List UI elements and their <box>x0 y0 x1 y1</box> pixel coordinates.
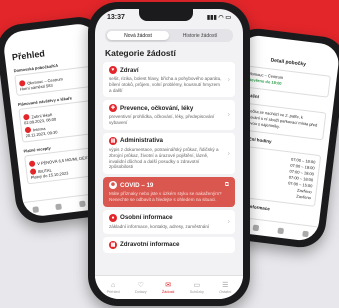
virus-icon: ✺ <box>109 181 117 190</box>
heart-icon: ♥ <box>109 66 117 74</box>
tab-questions[interactable]: ♡ Dotazy <box>135 282 147 294</box>
tab-appointments[interactable]: ▭ Schůzky <box>190 282 204 294</box>
document-icon: ▤ <box>109 136 117 145</box>
tab-overview[interactable]: ⌂ Přehled <box>107 282 120 294</box>
person-icon: ● <box>109 213 117 222</box>
request-tabs: Nová žádost Historie žádostí <box>105 29 233 42</box>
pill-icon <box>28 160 36 168</box>
tab-request-history[interactable]: Historie žádostí <box>169 31 231 40</box>
tab-requests[interactable]: ✉ Žádosti <box>162 282 174 294</box>
notch <box>138 9 193 21</box>
more-icon[interactable] <box>301 230 309 237</box>
home-icon[interactable] <box>32 205 39 213</box>
calendar-icon: ▭ <box>193 281 201 289</box>
category-health[interactable]: ♥ Zdraví sešit, rizika, bolest hlavy, bři… <box>103 62 235 98</box>
clock: 13:37 <box>107 13 125 21</box>
pill-icon: ✚ <box>109 104 117 113</box>
chevron-right-icon: › <box>227 76 230 84</box>
tab-other[interactable]: ☰ Ostatní <box>219 282 231 294</box>
requests-icon[interactable] <box>78 200 86 207</box>
home-icon: ⌂ <box>111 281 116 289</box>
category-covid[interactable]: ✺ COVID – 19 Máte příznaky nebo jste v úz… <box>103 177 235 207</box>
request-categories-screen: 13:37 ▮▮▮ ◠ ▭ Nová žádost Historie žádos… <box>95 9 243 299</box>
category-administration[interactable]: ▤ Administrativa výpis z dokumentace, pot… <box>103 132 235 175</box>
tab-new-request[interactable]: Nová žádost <box>107 31 169 40</box>
more-icon: ☰ <box>222 281 229 289</box>
section-title: Kategorie žádostí <box>105 48 176 58</box>
chevron-right-icon: › <box>227 111 230 119</box>
category-personal-info[interactable]: ● Osobní informace základní informace, ko… <box>103 209 235 234</box>
chevron-right-icon: › <box>227 150 230 158</box>
heart-icon[interactable] <box>55 202 63 210</box>
chevron-right-icon: › <box>227 218 230 226</box>
category-health-info[interactable]: ▦ Zdravotní informace <box>103 236 235 253</box>
phone-request-categories: 13:37 ▮▮▮ ◠ ▭ Nová žádost Historie žádos… <box>88 2 250 306</box>
status-bar: 13:37 ▮▮▮ ◠ ▭ <box>95 9 243 25</box>
requests-icon[interactable] <box>276 226 284 234</box>
signal-battery-icon: ▮▮▮ ◠ ▭ <box>206 14 231 21</box>
category-prevention[interactable]: ✚ Prevence, očkování, léky preventivní pr… <box>103 100 235 130</box>
external-link-icon: ⧉ <box>224 182 229 189</box>
heart-outline-icon: ♡ <box>137 281 144 289</box>
requests-icon: ✉ <box>165 281 172 289</box>
heart-icon[interactable] <box>252 223 259 231</box>
tab-bar: ⌂ Přehled ♡ Dotazy ✉ Žádosti ▭ Schůzky ☰ Osta… <box>95 275 243 299</box>
clipboard-icon: ▦ <box>109 240 117 249</box>
